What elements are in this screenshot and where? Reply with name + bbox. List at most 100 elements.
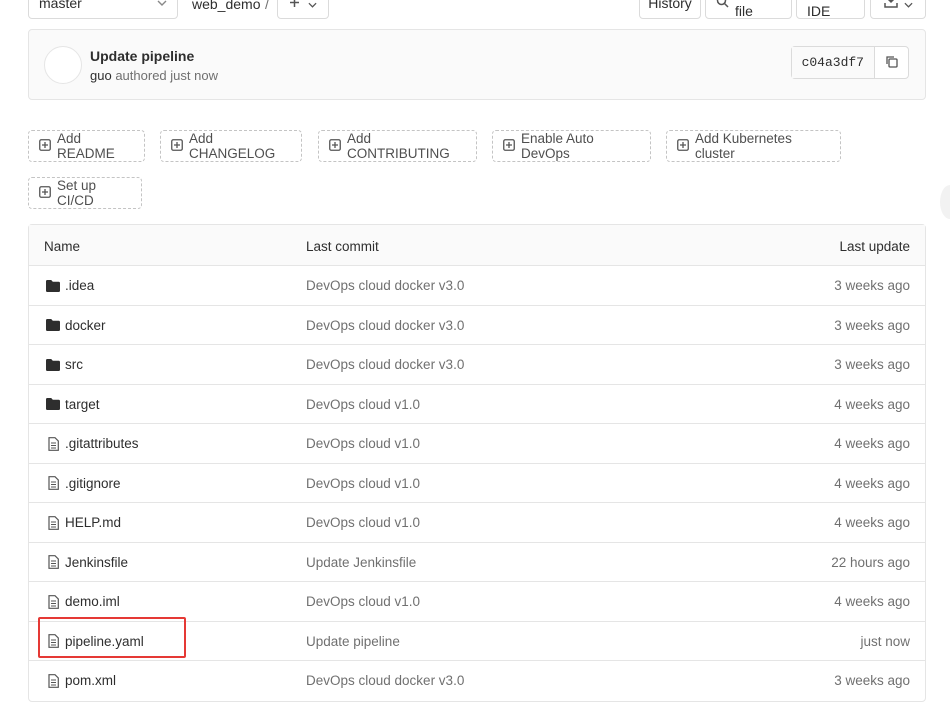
add-readme-button[interactable]: Add README xyxy=(28,130,145,162)
file-name[interactable]: HELP.md xyxy=(65,515,121,530)
add-contributing-button[interactable]: Add CONTRIBUTING xyxy=(318,130,477,162)
setup-cicd-button[interactable]: Set up CI/CD xyxy=(28,177,142,209)
file-name[interactable]: pom.xml xyxy=(65,673,116,688)
last-update-time: just now xyxy=(860,633,910,649)
commit-message[interactable]: DevOps cloud v1.0 xyxy=(306,594,420,609)
plus-square-icon xyxy=(39,185,51,201)
table-row[interactable]: pom.xml DevOps cloud docker v3.0 3 weeks a… xyxy=(29,661,925,701)
table-row[interactable]: target DevOps cloud v1.0 4 weeks ago xyxy=(29,385,925,424)
quick-action-label: Set up CI/CD xyxy=(57,178,97,208)
file-name-cell[interactable]: Jenkinsfile xyxy=(46,555,128,570)
file-name[interactable]: .gitignore xyxy=(65,476,121,491)
file-name-cell[interactable]: .gitattributes xyxy=(46,436,139,451)
web-ide-button[interactable]: Web IDE xyxy=(796,0,865,19)
quick-action-label: Enable Auto DevOps xyxy=(521,131,594,161)
copy-sha-button[interactable] xyxy=(875,47,908,78)
web-ide-label: Web IDE xyxy=(807,0,836,19)
table-row[interactable]: demo.iml DevOps cloud v1.0 4 weeks ago xyxy=(29,582,925,622)
header-last-commit: Last commit xyxy=(306,239,379,254)
history-label: History xyxy=(648,0,692,11)
plus-square-icon xyxy=(503,138,515,154)
file-name-cell[interactable]: src xyxy=(46,357,83,372)
file-name-cell[interactable]: pom.xml xyxy=(46,673,116,688)
chevron-down-icon xyxy=(308,0,317,11)
table-header: Name Last commit Last update xyxy=(29,225,925,266)
table-row[interactable]: .gitattributes DevOps cloud v1.0 4 weeks a… xyxy=(29,424,925,464)
last-update-time: 4 weeks ago xyxy=(834,475,910,491)
table-row[interactable]: docker DevOps cloud docker v3.0 3 weeks ag… xyxy=(29,306,925,345)
commit-message[interactable]: DevOps cloud docker v3.0 xyxy=(306,673,464,688)
commit-message[interactable]: DevOps cloud v1.0 xyxy=(306,397,420,412)
add-changelog-button[interactable]: Add CHANGELOG xyxy=(160,130,302,162)
plus-icon xyxy=(289,0,300,11)
commit-message[interactable]: DevOps cloud docker v3.0 xyxy=(306,357,464,372)
commit-message[interactable]: Update Jenkinsfile xyxy=(306,555,416,570)
commit-message[interactable]: DevOps cloud v1.0 xyxy=(306,476,420,491)
commit-meta: guo authored just now xyxy=(90,68,218,83)
file-name[interactable]: Jenkinsfile xyxy=(65,555,128,570)
find-file-label: Find file xyxy=(735,0,762,19)
enable-auto-devops-button[interactable]: Enable Auto DevOps xyxy=(492,130,651,162)
table-row[interactable]: .gitignore DevOps cloud v1.0 4 weeks ago xyxy=(29,464,925,503)
file-name-cell[interactable]: docker xyxy=(46,318,106,333)
file-name[interactable]: target xyxy=(65,397,100,412)
breadcrumb-separator: / xyxy=(265,0,269,12)
file-name-cell[interactable]: .idea xyxy=(46,278,94,293)
table-row[interactable]: HELP.md DevOps cloud v1.0 4 weeks ago xyxy=(29,503,925,543)
plus-square-icon xyxy=(171,138,183,154)
file-name[interactable]: src xyxy=(65,357,83,372)
file-name-cell[interactable]: demo.iml xyxy=(46,594,120,609)
breadcrumb-project[interactable]: web_demo xyxy=(192,0,261,12)
commit-time: authored just now xyxy=(115,68,218,83)
commit-author[interactable]: guo xyxy=(90,68,112,83)
file-name-cell[interactable]: HELP.md xyxy=(46,515,121,530)
last-update-time: 22 hours ago xyxy=(831,554,910,570)
file-tree-table: Name Last commit Last update .idea DevOps… xyxy=(28,224,926,702)
file-icon xyxy=(46,594,60,609)
file-icon xyxy=(46,634,60,648)
add-new-dropdown[interactable] xyxy=(277,0,329,19)
commit-message[interactable]: DevOps cloud docker v3.0 xyxy=(306,278,464,293)
file-icon xyxy=(46,515,60,530)
file-name-cell[interactable]: target xyxy=(46,397,100,412)
commit-message[interactable]: DevOps cloud v1.0 xyxy=(306,436,420,451)
table-row[interactable]: src DevOps cloud docker v3.0 3 weeks ago xyxy=(29,345,925,385)
commit-message[interactable]: Update pipeline xyxy=(306,634,400,649)
file-name[interactable]: demo.iml xyxy=(65,594,120,609)
branch-selector[interactable]: master xyxy=(28,0,178,19)
branch-name: master xyxy=(39,0,82,11)
table-row[interactable]: pipeline.yaml Update pipeline just now xyxy=(29,622,925,661)
plus-square-icon xyxy=(677,138,689,154)
file-name-cell[interactable]: pipeline.yaml xyxy=(46,634,144,649)
download-button[interactable] xyxy=(870,0,926,19)
quick-action-label: Add Kubernetes cluster xyxy=(695,131,792,161)
commit-title[interactable]: Update pipeline xyxy=(90,48,194,64)
repo-toolbar: master web_demo / History Find file Web … xyxy=(0,0,950,20)
commit-message[interactable]: DevOps cloud v1.0 xyxy=(306,515,420,530)
table-row[interactable]: Jenkinsfile Update Jenkinsfile 22 hours ag… xyxy=(29,543,925,582)
commit-sha-group: c04a3df7 xyxy=(790,46,909,79)
side-handle[interactable] xyxy=(940,185,950,219)
file-name-cell[interactable]: .gitignore xyxy=(46,476,121,491)
folder-icon xyxy=(46,397,60,411)
file-name[interactable]: .idea xyxy=(65,278,94,293)
chevron-down-icon xyxy=(157,0,167,9)
file-icon xyxy=(46,436,60,451)
last-update-time: 3 weeks ago xyxy=(834,673,910,688)
download-icon xyxy=(883,0,898,11)
last-update-time: 4 weeks ago xyxy=(834,436,910,451)
file-name[interactable]: pipeline.yaml xyxy=(65,634,144,649)
last-update-time: 4 weeks ago xyxy=(834,396,910,412)
avatar[interactable] xyxy=(44,46,82,84)
file-name[interactable]: docker xyxy=(65,318,106,333)
plus-square-icon xyxy=(39,138,51,154)
file-name[interactable]: .gitattributes xyxy=(65,436,139,451)
search-icon xyxy=(716,0,729,11)
commit-sha[interactable]: c04a3df7 xyxy=(791,47,875,78)
add-kubernetes-cluster-button[interactable]: Add Kubernetes cluster xyxy=(666,130,841,162)
find-file-button[interactable]: Find file xyxy=(705,0,792,19)
history-button[interactable]: History xyxy=(639,0,701,19)
table-row[interactable]: .idea DevOps cloud docker v3.0 3 weeks ago xyxy=(29,266,925,306)
quick-action-label: Add CONTRIBUTING xyxy=(347,131,450,161)
commit-message[interactable]: DevOps cloud docker v3.0 xyxy=(306,318,464,333)
